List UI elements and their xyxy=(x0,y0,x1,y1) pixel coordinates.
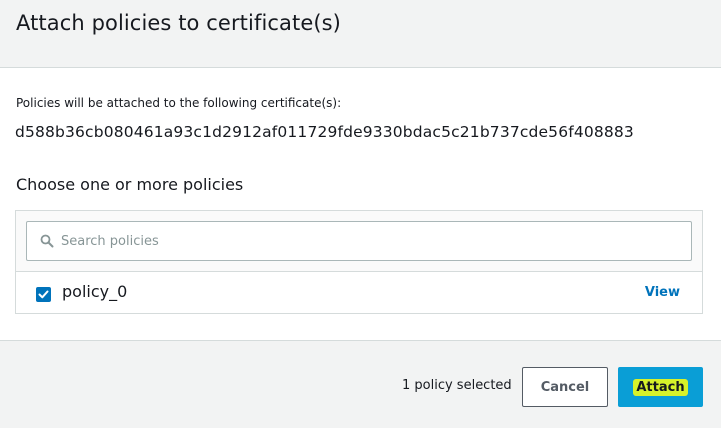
dialog-body: Policies will be attached to the followi… xyxy=(0,68,721,340)
dialog-title: Attach policies to certificate(s) xyxy=(16,11,341,35)
search-box[interactable] xyxy=(26,221,692,261)
policy-row[interactable]: policy_0 View xyxy=(16,272,702,313)
search-icon xyxy=(40,234,54,248)
selected-count: 1 policy selected xyxy=(402,378,512,393)
view-policy-link[interactable]: View xyxy=(645,285,680,300)
search-area xyxy=(16,211,702,272)
dialog-footer: 1 policy selected Cancel Attach xyxy=(0,340,721,428)
policies-heading: Choose one or more policies xyxy=(16,175,244,194)
certificate-label: Policies will be attached to the followi… xyxy=(16,96,342,110)
attach-button-label: Attach xyxy=(633,378,688,396)
checkmark-icon xyxy=(38,290,49,299)
cancel-button[interactable]: Cancel xyxy=(522,367,608,407)
policy-list-panel: policy_0 View xyxy=(15,210,703,314)
certificate-id: d588b36cb080461a93c1d2912af011729fde9330… xyxy=(15,123,634,141)
policy-checkbox[interactable] xyxy=(36,287,51,302)
attach-button[interactable]: Attach xyxy=(618,367,703,407)
search-input[interactable] xyxy=(61,222,681,260)
policy-name: policy_0 xyxy=(62,282,128,301)
dialog-header: Attach policies to certificate(s) xyxy=(0,0,721,68)
